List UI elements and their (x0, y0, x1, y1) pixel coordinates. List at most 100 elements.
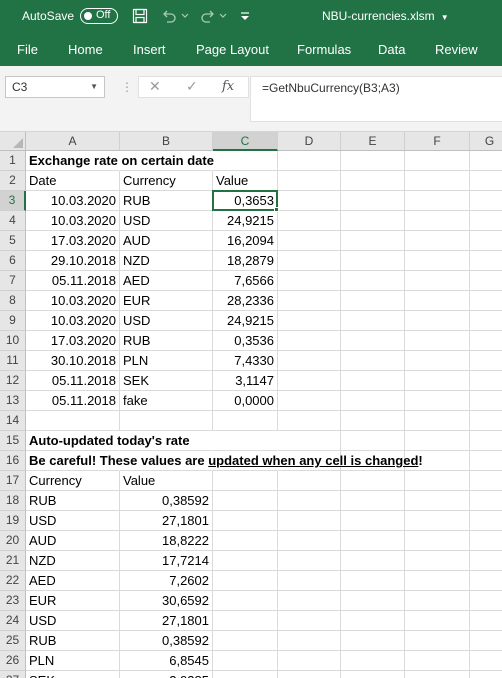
cell-g25[interactable] (470, 631, 502, 651)
row-header-24[interactable]: 24 (0, 611, 26, 631)
cell-b23[interactable]: 30,6592 (120, 591, 213, 611)
cell-g13[interactable] (470, 391, 502, 411)
cell-a3[interactable]: 10.03.2020 (26, 191, 120, 211)
cell-c22[interactable] (213, 571, 278, 591)
cell-f19[interactable] (405, 511, 470, 531)
tab-page-layout[interactable]: Page Layout (196, 42, 269, 57)
cell-a11[interactable]: 30.10.2018 (26, 351, 120, 371)
cell-b20[interactable]: 18,8222 (120, 531, 213, 551)
autosave-toggle[interactable]: Off (80, 8, 118, 24)
row-header-15[interactable]: 15 (0, 431, 26, 451)
cell-c3[interactable]: 0,3653 (213, 191, 278, 211)
cell-e27[interactable] (341, 671, 405, 678)
cell-e3[interactable] (341, 191, 405, 211)
cell-a26[interactable]: PLN (26, 651, 120, 671)
tab-insert[interactable]: Insert (133, 42, 166, 57)
cell-c19[interactable] (213, 511, 278, 531)
tab-file[interactable]: File (17, 42, 38, 57)
cell-a7[interactable]: 05.11.2018 (26, 271, 120, 291)
cell-a24[interactable]: USD (26, 611, 120, 631)
cell-g3[interactable] (470, 191, 502, 211)
cell-f25[interactable] (405, 631, 470, 651)
cell-c6[interactable]: 18,2879 (213, 251, 278, 271)
cell-d9[interactable] (278, 311, 341, 331)
row-header-13[interactable]: 13 (0, 391, 26, 411)
cell-b14[interactable] (120, 411, 213, 431)
cell-b12[interactable]: SEK (120, 371, 213, 391)
cell-e12[interactable] (341, 371, 405, 391)
cell-f21[interactable] (405, 551, 470, 571)
enter-icon[interactable]: ✓ (186, 78, 198, 95)
cell-c21[interactable] (213, 551, 278, 571)
cell-c18[interactable] (213, 491, 278, 511)
cell-a25[interactable]: RUB (26, 631, 120, 651)
cell-b13[interactable]: fake (120, 391, 213, 411)
cell-b18[interactable]: 0,38592 (120, 491, 213, 511)
cell-e8[interactable] (341, 291, 405, 311)
cell-b9[interactable]: USD (120, 311, 213, 331)
row-header-17[interactable]: 17 (0, 471, 26, 491)
cell-c13[interactable]: 0,0000 (213, 391, 278, 411)
tab-formulas[interactable]: Formulas (297, 42, 351, 57)
column-header-b[interactable]: B (120, 132, 213, 151)
cell-b21[interactable]: 17,7214 (120, 551, 213, 571)
cell-a1[interactable]: Exchange rate on certain date (26, 151, 214, 171)
cell-e20[interactable] (341, 531, 405, 551)
cell-f4[interactable] (405, 211, 470, 231)
cell-e10[interactable] (341, 331, 405, 351)
cell-a10[interactable]: 17.03.2020 (26, 331, 120, 351)
cell-e24[interactable] (341, 611, 405, 631)
column-header-a[interactable]: A (26, 132, 120, 151)
cell-e6[interactable] (341, 251, 405, 271)
cell-f26[interactable] (405, 651, 470, 671)
row-header-6[interactable]: 6 (0, 251, 26, 271)
cell-c27[interactable] (213, 671, 278, 678)
cell-f22[interactable] (405, 571, 470, 591)
cell-e22[interactable] (341, 571, 405, 591)
cell-c12[interactable]: 3,1147 (213, 371, 278, 391)
row-header-2[interactable]: 2 (0, 171, 26, 191)
cell-g18[interactable] (470, 491, 502, 511)
cell-g26[interactable] (470, 651, 502, 671)
row-header-1[interactable]: 1 (0, 151, 26, 171)
cell-b27[interactable]: 2,9285 (120, 671, 213, 678)
cell-f17[interactable] (405, 471, 470, 491)
cell-e13[interactable] (341, 391, 405, 411)
cell-g6[interactable] (470, 251, 502, 271)
cell-g2[interactable] (470, 171, 502, 191)
cell-g23[interactable] (470, 591, 502, 611)
cell-c9[interactable]: 24,9215 (213, 311, 278, 331)
redo-icon[interactable] (199, 7, 217, 25)
cell-a13[interactable]: 05.11.2018 (26, 391, 120, 411)
cell-a12[interactable]: 05.11.2018 (26, 371, 120, 391)
column-header-d[interactable]: D (278, 132, 341, 151)
cell-d19[interactable] (278, 511, 341, 531)
cell-g14[interactable] (470, 411, 502, 431)
cell-f7[interactable] (405, 271, 470, 291)
cell-e19[interactable] (341, 511, 405, 531)
cell-d23[interactable] (278, 591, 341, 611)
row-header-10[interactable]: 10 (0, 331, 26, 351)
cell-f20[interactable] (405, 531, 470, 551)
cell-d21[interactable] (278, 551, 341, 571)
cell-f14[interactable] (405, 411, 470, 431)
cell-e26[interactable] (341, 651, 405, 671)
cell-f24[interactable] (405, 611, 470, 631)
column-header-g[interactable]: G (470, 132, 502, 151)
row-header-21[interactable]: 21 (0, 551, 26, 571)
cell-a15[interactable]: Auto-updated today's rate (26, 431, 190, 451)
cell-f23[interactable] (405, 591, 470, 611)
row-header-14[interactable]: 14 (0, 411, 26, 431)
cell-d17[interactable] (278, 471, 341, 491)
row-header-18[interactable]: 18 (0, 491, 26, 511)
cell-b11[interactable]: PLN (120, 351, 213, 371)
fill-handle[interactable] (274, 207, 279, 212)
document-title[interactable]: NBU-currencies.xlsm ▼ (322, 9, 449, 23)
cell-e14[interactable] (341, 411, 405, 431)
cell-g21[interactable] (470, 551, 502, 571)
cell-b26[interactable]: 6,8545 (120, 651, 213, 671)
cell-d8[interactable] (278, 291, 341, 311)
cell-c14[interactable] (213, 411, 278, 431)
row-header-5[interactable]: 5 (0, 231, 26, 251)
cell-c24[interactable] (213, 611, 278, 631)
